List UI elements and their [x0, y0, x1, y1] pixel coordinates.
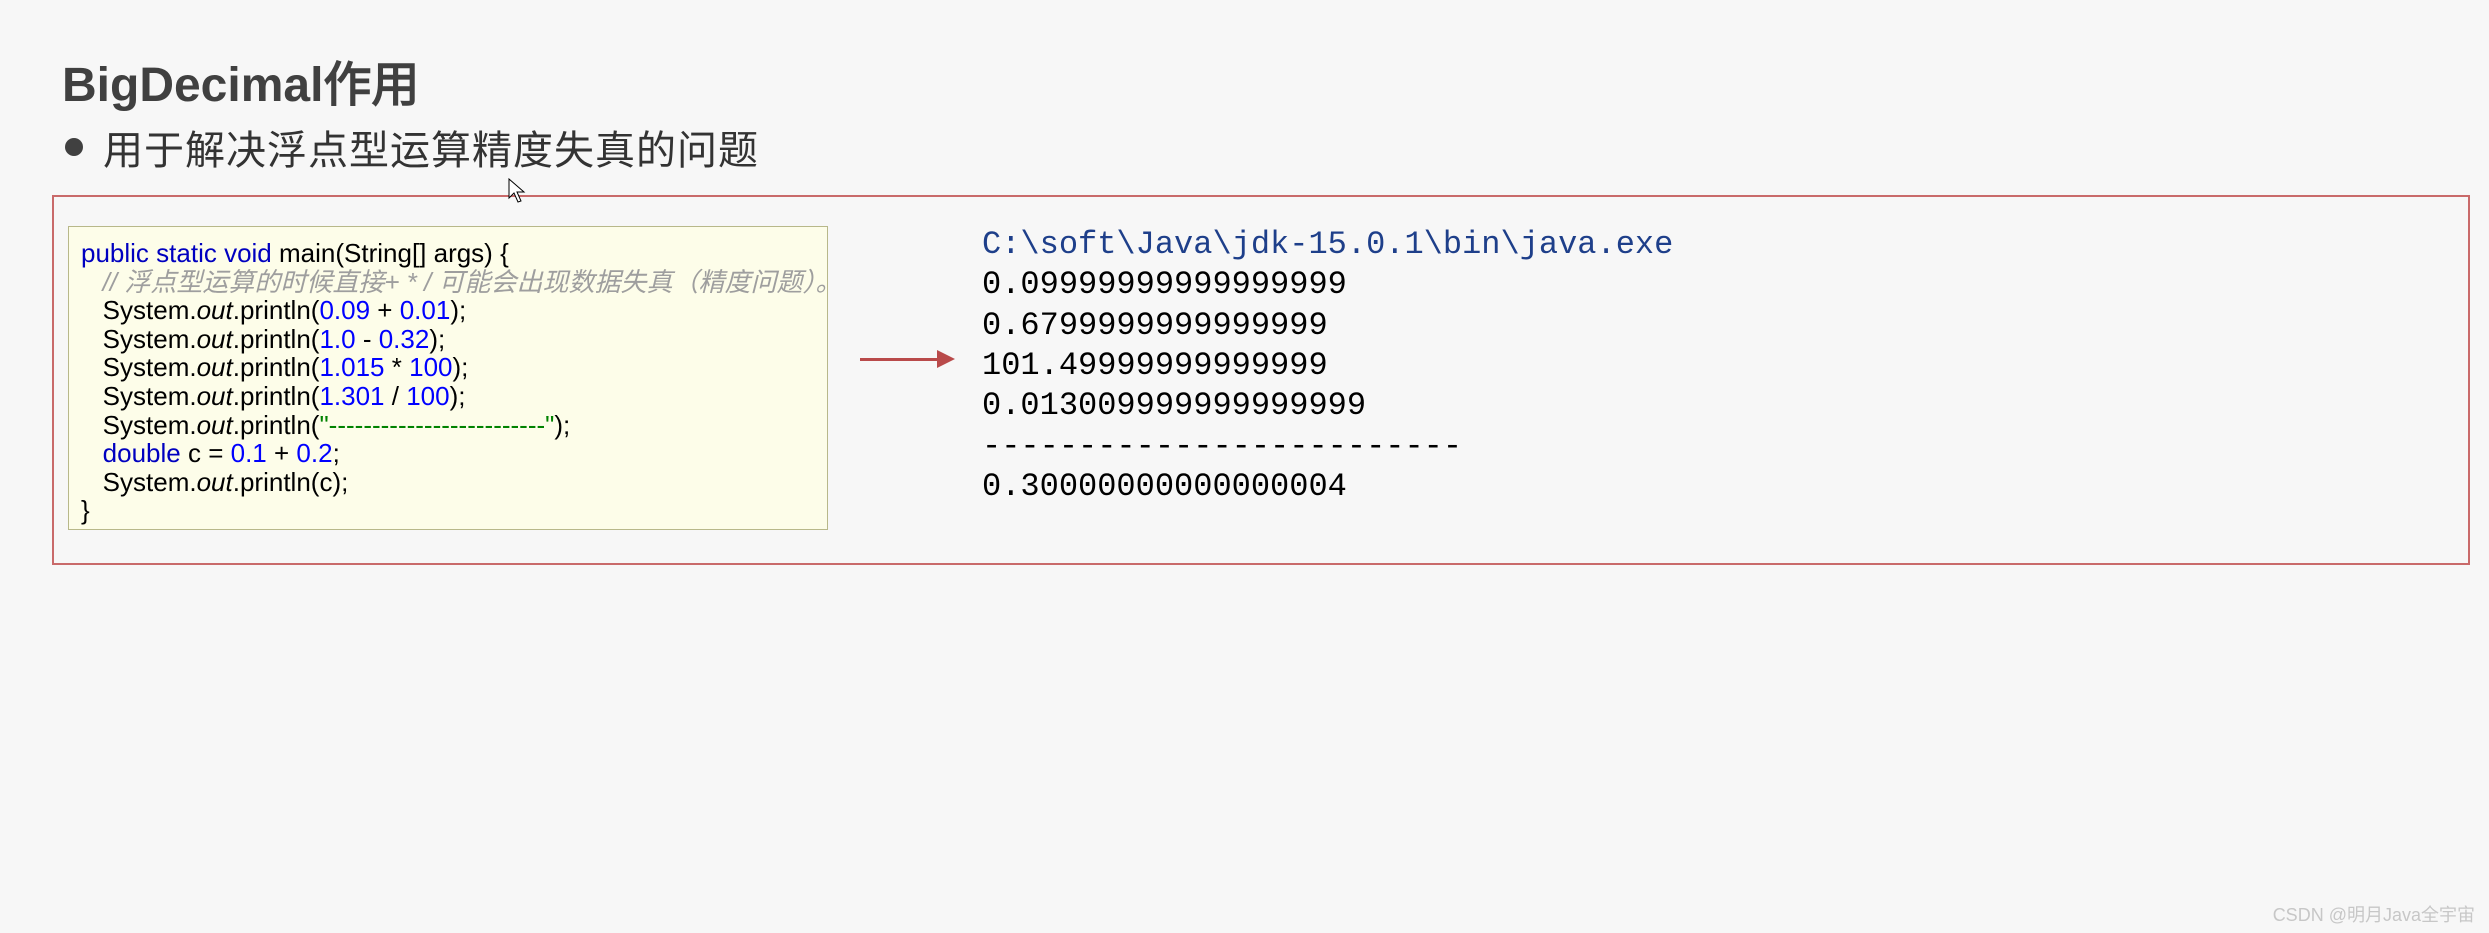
console-line: 0.013009999999999999: [982, 387, 1366, 424]
page-title: BigDecimal作用: [62, 45, 419, 115]
watermark: CSDN @明月Java全宇宙: [2273, 901, 2475, 927]
code-sys: System.: [103, 467, 197, 497]
code-number: 100: [409, 352, 452, 382]
code-text: ;: [333, 438, 340, 468]
console-line: 101.49999999999999: [982, 347, 1328, 384]
console-line: 0.6799999999999999: [982, 307, 1328, 344]
code-text: c =: [181, 438, 231, 468]
code-sys: System.: [103, 324, 197, 354]
code-method-name: main: [279, 238, 335, 268]
bullet-dot-icon: [65, 138, 83, 156]
code-op: +: [267, 438, 297, 468]
code-out: out: [197, 324, 233, 354]
code-call-end: );: [453, 352, 469, 382]
code-op: *: [385, 352, 410, 382]
code-call: .println(: [233, 410, 320, 440]
code-number: 0.32: [379, 324, 430, 354]
code-call-end: );: [450, 295, 466, 325]
code-call-end: );: [450, 381, 466, 411]
code-out: out: [197, 410, 233, 440]
code-keyword: public static void: [81, 238, 272, 268]
code-number: 1.301: [319, 381, 384, 411]
code-number: 0.1: [231, 438, 267, 468]
console-path: C:\soft\Java\jdk-15.0.1\bin\java.exe: [982, 226, 1673, 263]
code-number: 100: [406, 381, 449, 411]
code-out: out: [197, 467, 233, 497]
code-number: 0.01: [400, 295, 451, 325]
bullet-text: 用于解决浮点型运算精度失真的问题: [103, 118, 759, 176]
code-sys: System.: [103, 352, 197, 382]
code-call-end: );: [554, 410, 570, 440]
code-sys: System.: [103, 410, 197, 440]
code-call: .println(c);: [233, 467, 349, 497]
code-sys: System.: [103, 295, 197, 325]
code-number: 1.0: [319, 324, 355, 354]
code-close-brace: }: [81, 495, 90, 525]
code-args: (String[] args) {: [335, 238, 508, 268]
console-line: -------------------------: [982, 428, 1462, 465]
code-out: out: [197, 352, 233, 382]
console-line: 0.30000000000000004: [982, 468, 1347, 505]
code-number: 1.015: [319, 352, 384, 382]
code-op: +: [370, 295, 400, 325]
code-out: out: [197, 381, 233, 411]
code-block: public static void main(String[] args) {…: [68, 226, 828, 530]
code-call-end: );: [429, 324, 445, 354]
code-string: "-------------------------": [319, 410, 554, 440]
code-op: /: [385, 381, 407, 411]
code-call: .println(: [233, 352, 320, 382]
bullet-item: 用于解决浮点型运算精度失真的问题: [65, 118, 759, 176]
code-number: 0.2: [296, 438, 332, 468]
code-keyword: double: [103, 438, 181, 468]
code-comment: // 浮点型运算的时候直接+ * / 可能会出现数据失真（精度问题）。: [103, 267, 842, 297]
console-line: 0.09999999999999999: [982, 266, 1347, 303]
code-call: .println(: [233, 295, 320, 325]
code-call: .println(: [233, 381, 320, 411]
code-call: .println(: [233, 324, 320, 354]
code-out: out: [197, 295, 233, 325]
code-op: -: [356, 324, 379, 354]
console-output: C:\soft\Java\jdk-15.0.1\bin\java.exe 0.0…: [982, 225, 1673, 507]
code-sys: System.: [103, 381, 197, 411]
code-number: 0.09: [319, 295, 370, 325]
